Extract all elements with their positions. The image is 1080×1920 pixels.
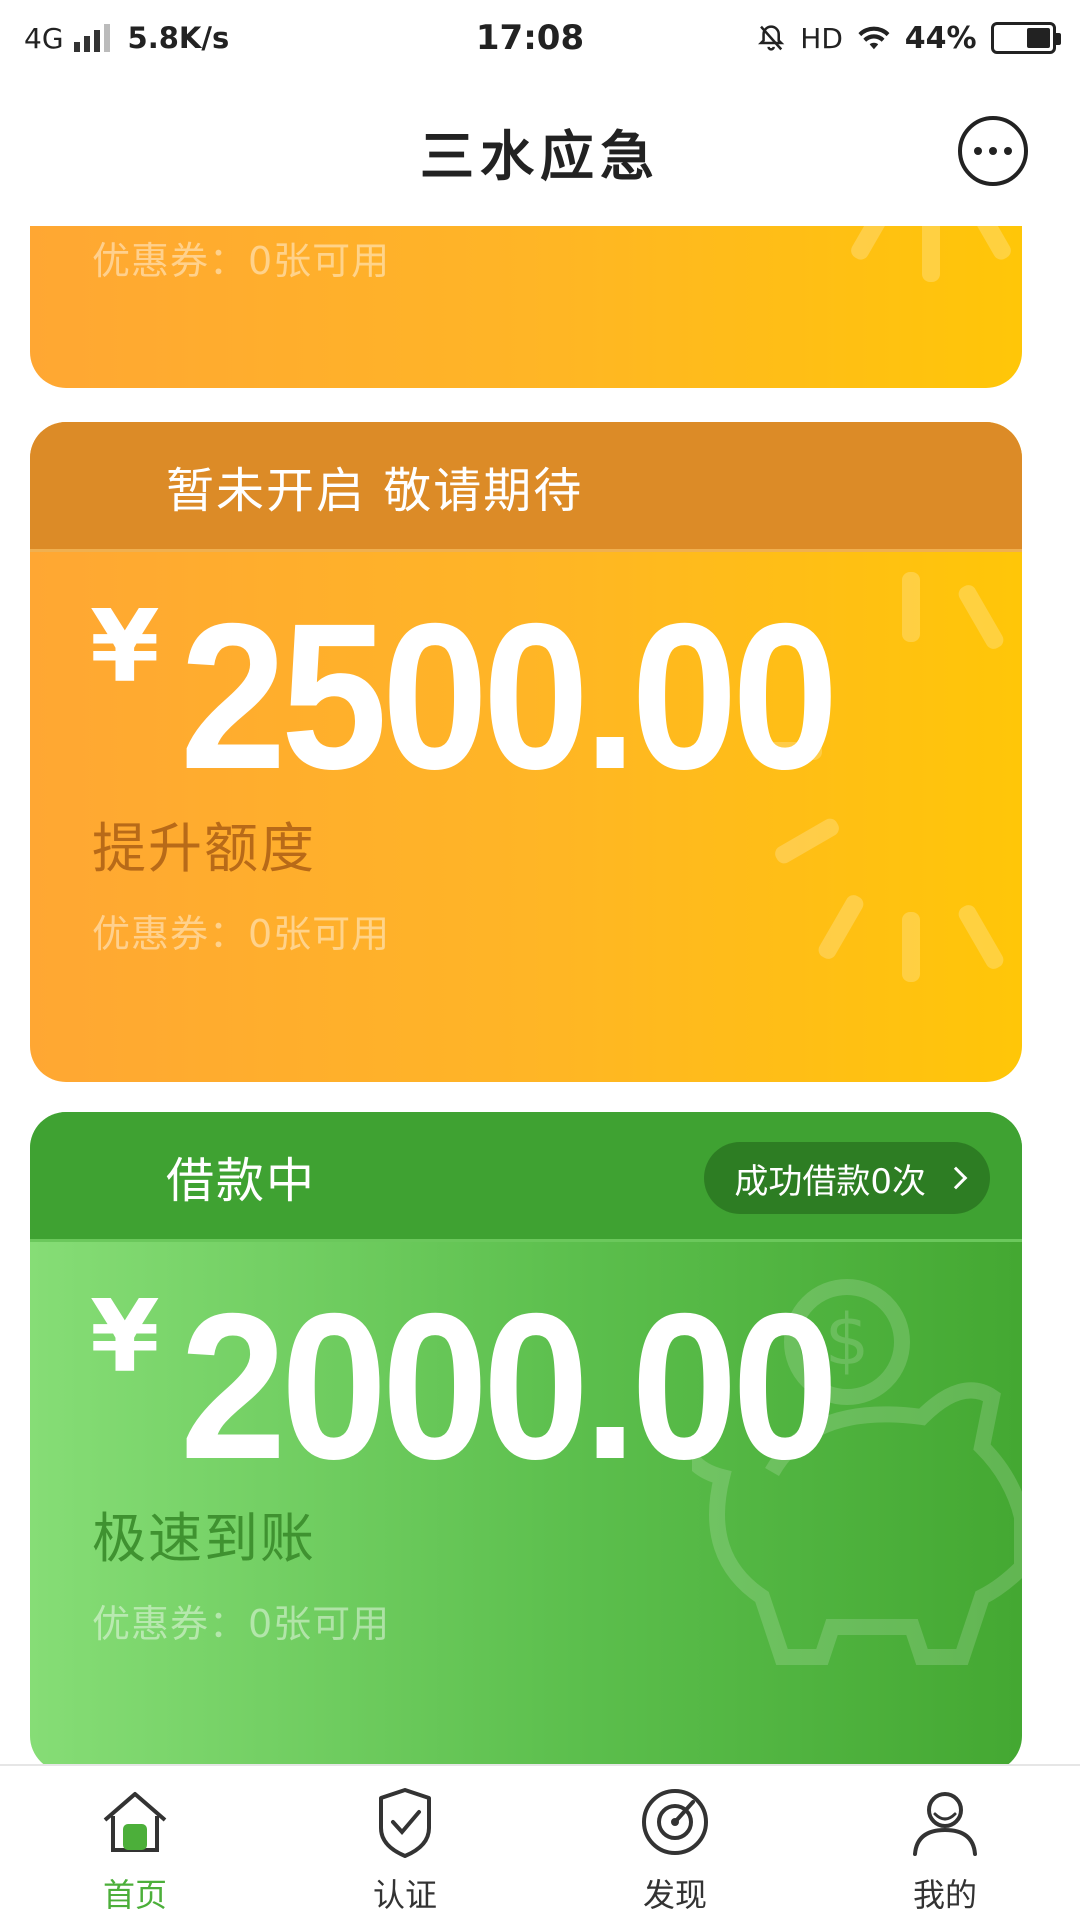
card-header-title: 暂未开启 敬请期待: [166, 462, 584, 519]
currency-symbol: ¥: [90, 588, 160, 705]
page-title: 三水应急: [420, 124, 660, 188]
tab-mine[interactable]: 我的: [810, 1766, 1080, 1920]
coupon-text: 优惠券：0张可用: [92, 1602, 391, 1646]
home-icon: [103, 1792, 167, 1852]
loan-card-upgrade[interactable]: 暂未开启 敬请期待 ¥ 2500.00 提升额度 优惠券：0张可用: [30, 422, 1022, 1082]
app-header: 三水应急: [0, 76, 1080, 226]
wifi-icon: [858, 26, 890, 50]
shield-check-icon: [379, 1788, 431, 1858]
loan-amount: 2500.00: [180, 581, 839, 813]
coupon-text: 优惠券：0张可用: [92, 912, 391, 956]
hd-indicator: HD: [800, 21, 843, 55]
chevron-right-icon: [944, 1166, 968, 1190]
loan-card-top[interactable]: 优惠券：0张可用: [30, 226, 1022, 388]
battery-fill: [1026, 28, 1050, 48]
tab-label: 我的: [912, 1876, 977, 1914]
loan-history-button[interactable]: 成功借款0次: [704, 1142, 990, 1214]
tab-label: 认证: [372, 1876, 437, 1914]
compass-icon: [642, 1789, 708, 1855]
tab-label: 发现: [642, 1876, 707, 1914]
loan-card-borrowing[interactable]: 借款中 成功借款0次 ¥ 2000.00 极速到账 优惠券：0张可用 $: [30, 1112, 1022, 1764]
clock: 17:08: [475, 18, 585, 58]
battery-icon: [990, 22, 1062, 54]
card-header-title: 借款中: [166, 1152, 317, 1209]
loan-amount: 2000.00: [180, 1271, 839, 1503]
card-list[interactable]: 优惠券：0张可用 暂未开启 敬请期待 ¥ 2500.00 提升额度 优惠券：0张…: [0, 226, 1080, 1764]
card-header: 借款中 成功借款0次: [30, 1112, 1022, 1242]
tab-label: 首页: [102, 1876, 167, 1914]
tab-auth[interactable]: 认证: [270, 1766, 540, 1920]
bottom-nav: 首页 认证 发现 我的: [0, 1764, 1080, 1920]
network-type: 4G: [24, 21, 64, 55]
currency-symbol: ¥: [90, 1278, 160, 1395]
user-icon: [913, 1792, 977, 1856]
card-header: 暂未开启 敬请期待: [30, 422, 1022, 552]
signal-icon: [73, 24, 110, 52]
chat-bubble-icon[interactable]: [958, 116, 1028, 186]
network-speed: 5.8K/s: [127, 21, 230, 55]
status-bar: 4G 5.8K/s 17:08 HD 44%: [0, 0, 1080, 76]
coupon-text: 优惠券：0张可用: [92, 239, 391, 283]
amount-row: ¥ 2500.00: [30, 581, 1022, 813]
mute-bell-icon: [758, 25, 785, 51]
loan-history-label: 成功借款0次: [734, 1161, 926, 1202]
tab-discover[interactable]: 发现: [540, 1766, 810, 1920]
tab-home[interactable]: 首页: [0, 1766, 270, 1920]
battery-percent: 44%: [904, 20, 977, 56]
amount-row: ¥ 2000.00: [30, 1271, 1022, 1503]
